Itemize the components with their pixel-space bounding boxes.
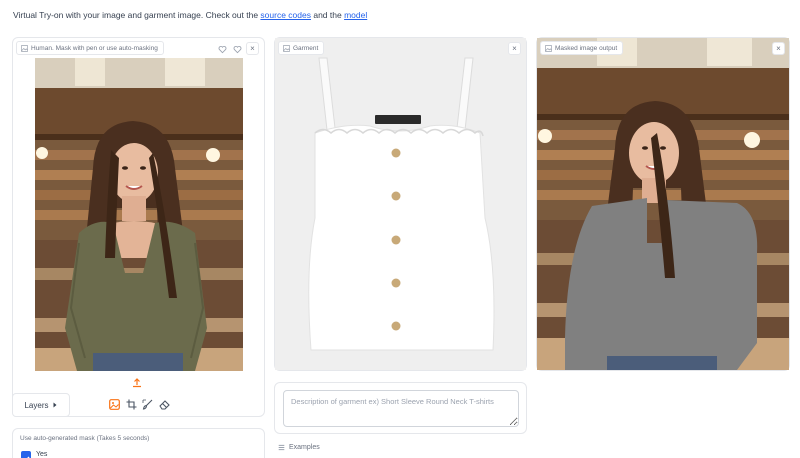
list-icon (278, 444, 285, 451)
undo-button[interactable] (216, 43, 228, 55)
upload-icon (133, 378, 141, 388)
layers-label: Layers (24, 400, 49, 410)
auto-mask-label: Use auto-generated mask (Takes 5 seconds… (20, 435, 150, 442)
image-tool-button[interactable] (107, 397, 121, 411)
favorite-button[interactable] (231, 43, 243, 55)
heart-outline-icon (233, 45, 241, 53)
brush-button[interactable] (140, 397, 154, 411)
crop-icon (126, 399, 136, 409)
close-icon: × (512, 44, 517, 53)
human-clear-button[interactable]: × (246, 42, 259, 55)
checkmark-icon (27, 456, 30, 458)
heart-icon (218, 45, 226, 53)
image-icon (283, 44, 290, 52)
garment-clear-button[interactable]: × (508, 42, 521, 55)
caret-right-icon (53, 402, 56, 408)
human-photo (35, 58, 243, 371)
upload-button[interactable] (131, 377, 143, 389)
intro-prefix: Virtual Try-on with your image and garme… (13, 10, 261, 20)
human-panel-label: Human. Mask with pen or use auto-masking (16, 41, 164, 55)
auto-mask-yes-label: Yes (36, 451, 48, 458)
close-icon: × (250, 44, 255, 53)
output-download-button[interactable]: × (772, 42, 785, 55)
masked-output-image (537, 38, 789, 370)
close-icon: × (776, 44, 781, 53)
source-codes-link[interactable]: source codes (260, 10, 311, 20)
garment-description-input[interactable] (283, 390, 519, 427)
eraser-button[interactable] (157, 397, 171, 411)
crop-button[interactable] (124, 397, 138, 411)
brush-icon (142, 399, 152, 410)
layers-button[interactable]: Layers (12, 393, 70, 417)
garment-panel-label-text: Garment (293, 44, 319, 52)
auto-mask-checkbox[interactable] (21, 451, 31, 458)
intro-middle: and the (310, 10, 345, 20)
garment-panel-label: Garment (278, 41, 325, 55)
image-tool-icon (108, 398, 120, 410)
image-icon (21, 44, 28, 52)
model-link[interactable]: model (344, 10, 367, 20)
examples-header[interactable]: Examples (278, 444, 320, 451)
garment-image[interactable] (275, 38, 526, 370)
image-icon (545, 44, 552, 52)
human-image-canvas[interactable] (35, 58, 243, 371)
human-panel-label-text: Human. Mask with pen or use auto-masking (31, 44, 158, 52)
output-panel-label-text: Masked image output (555, 44, 618, 52)
auto-mask-panel (12, 428, 265, 458)
output-panel-label: Masked image output (540, 41, 624, 55)
garment-photo (275, 38, 526, 370)
eraser-icon (158, 399, 170, 410)
intro-text: Virtual Try-on with your image and garme… (13, 10, 367, 20)
examples-label: Examples (289, 444, 320, 451)
masked-photo (537, 38, 789, 370)
